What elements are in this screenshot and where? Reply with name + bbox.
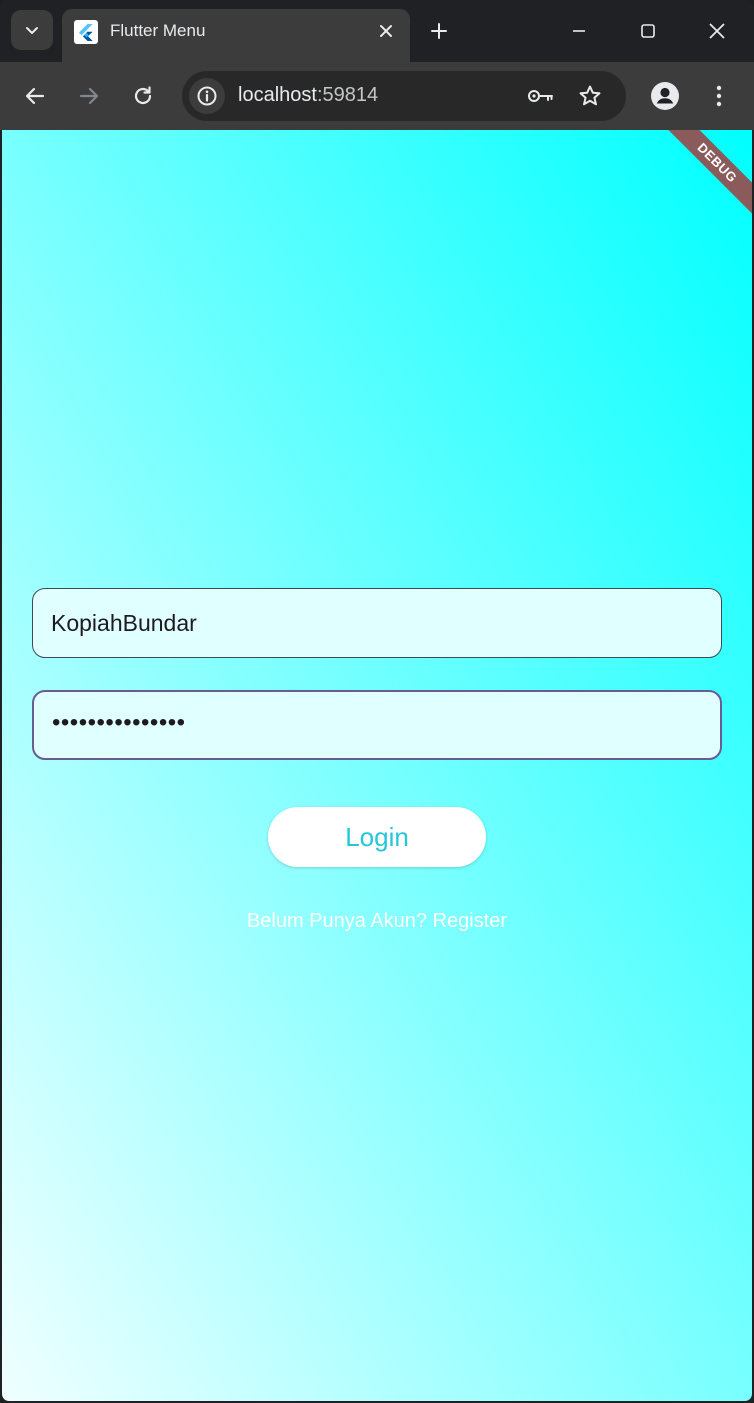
star-icon xyxy=(579,85,601,106)
username-field[interactable]: KopiahBundar xyxy=(32,588,722,658)
password-field[interactable]: ••••••••••••••• xyxy=(32,690,722,760)
flutter-logo-icon xyxy=(74,20,98,44)
minimize-button[interactable] xyxy=(559,14,599,48)
close-icon xyxy=(380,25,392,37)
minimize-icon xyxy=(573,30,585,32)
back-button[interactable] xyxy=(18,79,52,113)
reload-button[interactable] xyxy=(126,79,160,113)
maximize-button[interactable] xyxy=(628,14,668,48)
close-icon xyxy=(709,23,725,39)
password-value: ••••••••••••••• xyxy=(52,709,186,736)
passwords-button[interactable] xyxy=(524,79,558,113)
browser-menu-button[interactable] xyxy=(702,79,736,113)
site-info-button[interactable] xyxy=(189,78,225,114)
bookmark-button[interactable] xyxy=(573,79,607,113)
url-host: localhost xyxy=(238,84,317,106)
forward-arrow-icon xyxy=(79,87,99,105)
new-tab-button[interactable] xyxy=(424,16,454,46)
username-value: KopiahBundar xyxy=(51,610,197,636)
reload-icon xyxy=(134,86,152,105)
tab-title: Flutter Menu xyxy=(110,21,206,40)
register-link[interactable]: Belum Punya Akun? Register xyxy=(2,910,752,933)
maximize-icon xyxy=(641,24,655,38)
back-arrow-icon xyxy=(25,87,45,105)
login-screen: DEBUG KopiahBundar ••••••••••••••• Login… xyxy=(2,130,752,1401)
close-window-button[interactable] xyxy=(697,14,737,48)
tab-strip: Flutter Menu xyxy=(0,0,754,62)
info-icon xyxy=(197,86,217,106)
debug-banner: DEBUG xyxy=(656,130,752,224)
url-text: localhost:59814 xyxy=(238,84,378,107)
chevron-down-icon xyxy=(26,27,38,34)
browser-toolbar: localhost:59814 xyxy=(0,62,754,130)
url-port: :59814 xyxy=(316,84,379,106)
kebab-menu-icon xyxy=(716,85,722,107)
login-button[interactable]: Login xyxy=(268,807,486,867)
address-bar[interactable]: localhost:59814 xyxy=(182,71,626,121)
forward-button[interactable] xyxy=(72,79,106,113)
tab-search-button[interactable] xyxy=(11,10,53,50)
key-icon xyxy=(528,90,553,102)
tab-flutter-menu[interactable]: Flutter Menu xyxy=(62,9,410,62)
browser-window: Flutter Menu localhost:59814 DEBUG Kopia… xyxy=(0,0,754,1403)
profile-button[interactable] xyxy=(648,79,682,113)
person-icon xyxy=(651,82,679,110)
close-tab-button[interactable] xyxy=(374,19,398,43)
plus-icon xyxy=(431,23,447,39)
